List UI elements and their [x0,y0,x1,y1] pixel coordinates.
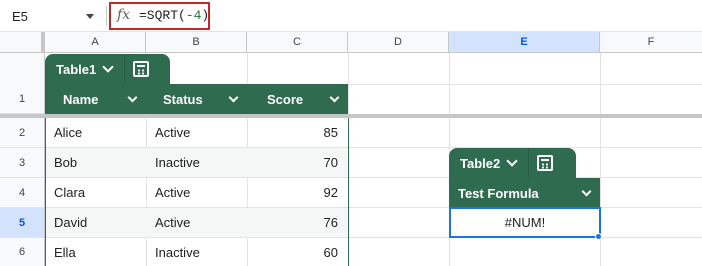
row-header-blank [0,53,45,84]
table-cell[interactable]: 92 [247,178,348,207]
table-cell[interactable]: 60 [247,238,348,266]
divider [106,6,107,26]
column-header-b[interactable]: B [146,32,247,52]
formula-argument: -4 [185,8,202,23]
selected-cell-e5[interactable]: #NUM! [449,207,601,238]
table2-header-test-formula[interactable]: Test Formula [449,178,600,208]
chevron-down-icon[interactable] [581,186,592,196]
table-cell[interactable]: Active [146,178,247,207]
table-cell[interactable]: Bob [45,148,146,177]
table-cell[interactable]: Active [146,208,247,237]
calculator-icon[interactable] [133,61,150,77]
table2-name: Table2 [460,155,501,171]
table-cell[interactable]: 70 [247,148,348,177]
row-header-5[interactable]: 5 [0,208,45,238]
name-box[interactable]: E5 [6,4,102,28]
table-cell[interactable]: Inactive [146,238,247,266]
table1-header-name[interactable]: Name [45,84,146,114]
column-header-d[interactable]: D [348,32,449,52]
chevron-down-icon[interactable] [102,61,114,73]
table-cell[interactable]: Active [146,118,247,147]
chevron-down-icon[interactable] [506,155,518,167]
divider [124,54,126,84]
chevron-down-icon[interactable] [86,13,94,19]
table-cell[interactable]: David [45,208,146,237]
header-label: Status [163,91,203,107]
row-header-3[interactable]: 3 [0,148,45,178]
row-header-1[interactable]: 1 [0,84,45,114]
column-header-a[interactable]: A [45,32,146,52]
fill-handle[interactable] [595,233,602,240]
table-cell[interactable]: 76 [247,208,348,237]
table1-tab[interactable]: Table1 [45,54,170,84]
formula-input[interactable]: =SQRT(-4) [139,8,209,23]
header-label: Test Formula [458,185,539,201]
row-header-6[interactable]: 6 [0,238,45,266]
table1-name: Table1 [56,61,97,77]
table2-tab[interactable]: Table2 [449,148,576,178]
table1-header-score[interactable]: Score [247,84,348,114]
column-header-row: A B C D E F [0,32,702,53]
row-header-2[interactable]: 2 [0,118,45,148]
table-cell[interactable]: Inactive [146,148,247,177]
column-header-c[interactable]: C [247,32,348,52]
row-header-4[interactable]: 4 [0,178,45,208]
column-header-e[interactable]: E [449,32,600,52]
chevron-down-icon[interactable] [127,92,138,102]
table-cell[interactable]: Ella [45,238,146,266]
select-all-corner[interactable] [0,32,45,52]
table-cell[interactable]: 85 [247,118,348,147]
name-box-value: E5 [12,8,28,24]
formula-suffix: ) [201,8,210,23]
calculator-icon[interactable] [537,155,554,171]
table-cell[interactable]: Alice [45,118,146,147]
header-label: Score [267,91,304,107]
chevron-down-icon[interactable] [228,92,239,102]
formula-prefix: =SQRT( [139,8,186,23]
table1-header-status[interactable]: Status [146,84,247,114]
column-header-f[interactable]: F [600,32,702,52]
divider [528,148,530,178]
table-cell[interactable]: Clara [45,178,146,207]
header-label: Name [63,91,99,107]
chevron-down-icon[interactable] [329,92,340,102]
fx-icon: fx [117,7,131,23]
formula-bar: E5 fx =SQRT(-4) [0,0,702,32]
